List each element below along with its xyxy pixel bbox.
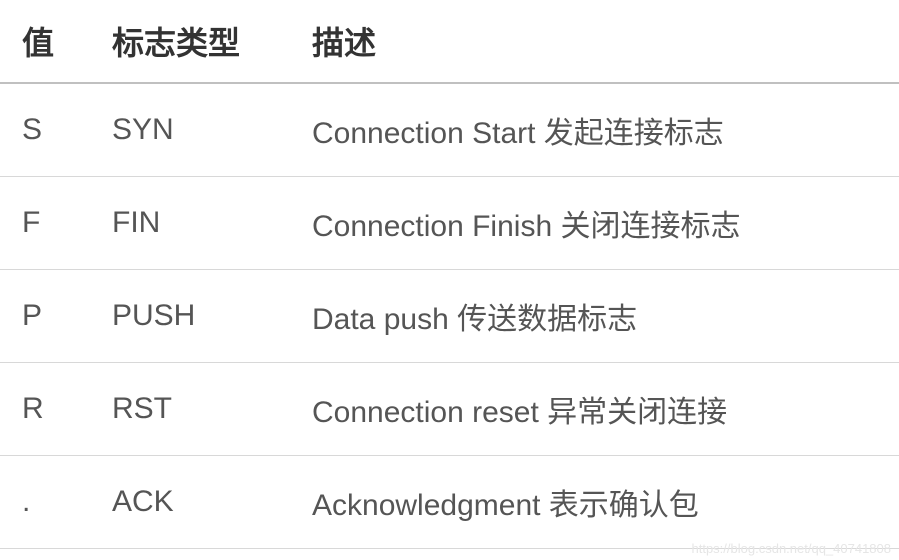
cell-value: S: [0, 83, 90, 177]
cell-value: F: [0, 177, 90, 270]
table-row: F FIN Connection Finish 关闭连接标志: [0, 177, 899, 270]
table-header-row: 值 标志类型 描述: [0, 0, 899, 83]
watermark-text: https://blog.csdn.net/qq_40741808: [692, 541, 892, 556]
cell-flag-type: PUSH: [90, 270, 290, 363]
cell-value: P: [0, 270, 90, 363]
header-description: 描述: [290, 0, 899, 83]
header-value: 值: [0, 0, 90, 83]
header-flag-type: 标志类型: [90, 0, 290, 83]
cell-description: Data push 传送数据标志: [290, 270, 899, 363]
cell-flag-type: ACK: [90, 456, 290, 549]
table-row: R RST Connection reset 异常关闭连接: [0, 363, 899, 456]
cell-flag-type: RST: [90, 363, 290, 456]
cell-description: Connection Finish 关闭连接标志: [290, 177, 899, 270]
table-row: S SYN Connection Start 发起连接标志: [0, 83, 899, 177]
cell-flag-type: SYN: [90, 83, 290, 177]
cell-description: Connection Start 发起连接标志: [290, 83, 899, 177]
cell-flag-type: FIN: [90, 177, 290, 270]
cell-description: Acknowledgment 表示确认包: [290, 456, 899, 549]
tcp-flags-table: 值 标志类型 描述 S SYN Connection Start 发起连接标志 …: [0, 0, 899, 549]
cell-value: R: [0, 363, 90, 456]
cell-value: .: [0, 456, 90, 549]
cell-description: Connection reset 异常关闭连接: [290, 363, 899, 456]
table-row: P PUSH Data push 传送数据标志: [0, 270, 899, 363]
table-row: . ACK Acknowledgment 表示确认包: [0, 456, 899, 549]
